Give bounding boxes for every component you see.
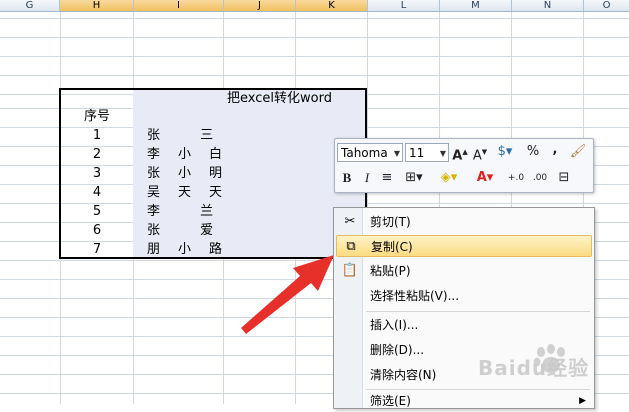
menu-separator	[366, 311, 590, 312]
increase-decimal-icon[interactable]: +.0	[505, 169, 527, 187]
submenu-arrow-icon: ▶	[579, 396, 586, 406]
fill-color-icon[interactable]: ◈▾	[435, 169, 463, 187]
percent-style-button[interactable]: %	[525, 143, 541, 161]
font-name-value: Tahoma	[341, 146, 388, 160]
grow-font-icon[interactable]: A▲	[452, 143, 468, 165]
baidu-watermark: Baidu经验	[478, 338, 628, 388]
menu-item-paste[interactable]: 📋 粘贴(P)	[336, 260, 592, 282]
shrink-font-icon[interactable]: A▼	[472, 143, 488, 165]
menu-item-cut[interactable]: ✂ 剪切(T)	[336, 211, 592, 233]
accounting-format-icon[interactable]: $▾	[493, 143, 517, 161]
menu-item-filter[interactable]: 筛选(E) ▶	[336, 390, 592, 412]
clipboard-icon: 📋	[341, 263, 359, 278]
align-center-icon[interactable]: ≡	[379, 169, 395, 187]
menu-item-paste-special[interactable]: 选择性粘贴(V)...	[336, 285, 592, 307]
format-painter-icon[interactable]: 🖌	[569, 143, 587, 161]
copy-icon: ⧉	[346, 239, 356, 254]
italic-icon[interactable]: I	[359, 169, 375, 187]
scissors-icon: ✂	[344, 214, 356, 229]
font-size-combo[interactable]: 11 ▼	[405, 143, 449, 162]
chevron-down-icon: ▼	[393, 149, 400, 158]
font-color-icon[interactable]: A▾	[471, 169, 499, 187]
menu-item-insert[interactable]: 插入(I)...	[336, 314, 592, 336]
mini-toolbar: Tahoma ▼ 11 ▼ A▲ A▼ $▾ % , 🖌 B I ≡ ⊞▾ ◈▾…	[334, 138, 594, 193]
font-size-value: 11	[409, 146, 425, 160]
borders-icon[interactable]: ⊞▾	[401, 169, 427, 187]
menu-item-copy[interactable]: ⧉ 复制(C)	[336, 235, 592, 257]
chevron-down-icon: ▼	[439, 149, 446, 158]
merge-center-icon[interactable]: ⊟	[553, 169, 575, 187]
comma-style-button[interactable]: ,	[549, 141, 561, 159]
bold-icon[interactable]: B	[339, 169, 355, 187]
watermark-text: Baidu经验	[478, 356, 590, 380]
font-name-combo[interactable]: Tahoma ▼	[337, 143, 403, 162]
decrease-decimal-icon[interactable]: .00	[529, 169, 551, 187]
